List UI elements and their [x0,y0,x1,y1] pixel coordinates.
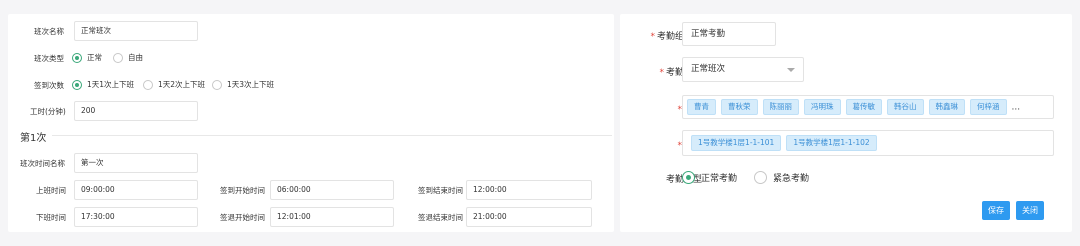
off-time-label: 下班时间 [36,213,66,222]
person-tag[interactable]: 韩谷山 [887,99,924,115]
shift-name-label: 班次名称 [34,27,64,36]
type-urgent-radio[interactable]: 紧急考勤 [754,171,809,184]
person-tag[interactable]: 曹青 [687,99,716,115]
sign-in-end-input[interactable]: 12:00:00 [466,180,592,200]
person-tag[interactable]: 葛传敏 [845,99,882,115]
radio-checked-icon [72,52,82,63]
sign-count-2-radio[interactable]: 1天2次上下班 [143,79,205,90]
close-button[interactable]: 关闭 [1016,201,1044,220]
location-tag[interactable]: 1号教学楼1层1-1-102 [786,135,877,151]
radio-unchecked-icon [212,79,222,90]
period-name-input[interactable]: 第一次 [74,153,198,173]
sign-count-3-radio[interactable]: 1天3次上下班 [212,79,274,90]
shift-type-free-radio[interactable]: 自由 [113,52,143,63]
shift-type-normal-radio[interactable]: 正常 [72,52,102,63]
sign-out-end-input[interactable]: 21:00:00 [466,207,592,227]
off-time-input[interactable]: 17:30:00 [74,207,198,227]
sign-count-label: 签到次数 [34,81,64,90]
radio-checked-icon [682,171,695,184]
person-tag[interactable]: 陈丽丽 [762,99,799,115]
shift-select-value: 正常班次 [691,64,726,74]
type-normal-radio[interactable]: 正常考勤 [682,171,737,184]
chevron-down-icon [787,68,795,72]
person-tag[interactable]: 韩鑫琳 [928,99,965,115]
location-tag[interactable]: 1号教学楼1层1-1-101 [691,135,782,151]
on-time-label: 上班时间 [36,186,66,195]
shift-type-label: 班次类型 [34,54,64,63]
sign-in-start-label: 签到开始时间 [220,186,265,195]
section-divider [52,135,612,136]
attendance-group-panel: *考勤组名称 正常考勤 *考勤班次 正常班次 *人员 曹青曹秋荣陈丽丽冯明珠葛传… [620,14,1072,232]
sign-out-start-label: 签退开始时间 [220,213,265,222]
group-name-input[interactable]: 正常考勤 [682,22,776,46]
people-selector[interactable]: 曹青 曹秋荣 陈丽丽 冯明珠 葛传敏 韩谷山 韩鑫琳 何梓涵... [682,95,1054,119]
radio-unchecked-icon [143,79,153,90]
location-selector[interactable]: 1号教学楼1层1-1-101 1号教学楼1层1-1-102 [682,130,1054,156]
person-tag[interactable]: 何梓涵 [970,99,1007,115]
save-button[interactable]: 保存 [982,201,1010,220]
section-title: 第1次 [20,133,47,144]
work-hours-label: 工时(分钟) [30,107,66,116]
person-tag[interactable]: 冯明珠 [804,99,841,115]
radio-unchecked-icon [113,52,123,63]
work-hours-input[interactable]: 200 [74,101,198,121]
period-name-label: 班次时间名称 [20,159,65,168]
sign-in-end-label: 签到结束时间 [418,186,463,195]
sign-in-start-input[interactable]: 06:00:00 [270,180,394,200]
shift-form-panel: 班次名称 正常班次 班次类型 正常 自由 签到次数 1天1次上下班 1天2次上下… [8,14,614,232]
radio-checked-icon [72,79,82,90]
sign-out-start-input[interactable]: 12:01:00 [270,207,394,227]
people-more-indicator: ... [1011,102,1021,113]
radio-unchecked-icon [754,171,767,184]
required-mark: * [650,32,655,42]
sign-out-end-label: 签退结束时间 [418,213,463,222]
shift-select[interactable]: 正常班次 [682,57,804,82]
sign-count-1-radio[interactable]: 1天1次上下班 [72,79,134,90]
person-tag[interactable]: 曹秋荣 [721,99,758,115]
on-time-input[interactable]: 09:00:00 [74,180,198,200]
required-mark: * [659,68,664,78]
shift-name-input[interactable]: 正常班次 [74,21,198,41]
